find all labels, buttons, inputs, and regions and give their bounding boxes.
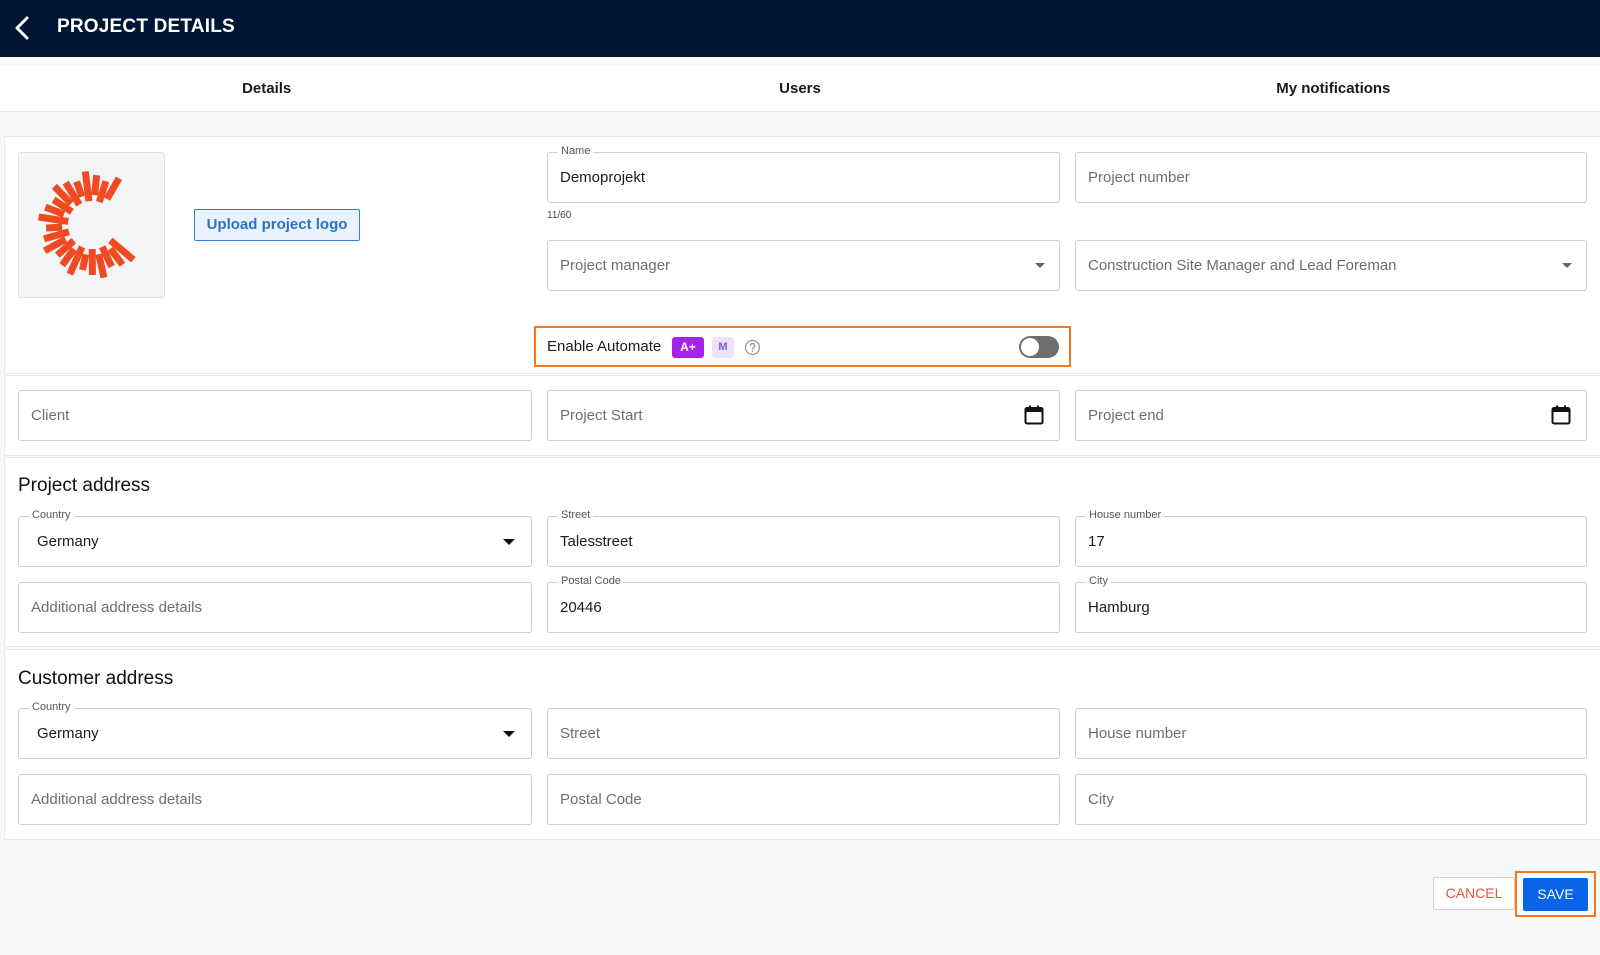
project-additional-address-field[interactable]: Additional address details: [18, 582, 532, 633]
automate-toggle[interactable]: [1019, 336, 1059, 358]
city-placeholder: City: [1088, 791, 1114, 808]
chevron-down-icon: [1562, 263, 1572, 268]
logo-ray: [45, 223, 63, 232]
project-street-field[interactable]: Street Talesstreet: [547, 509, 1060, 567]
postal-code-placeholder: Postal Code: [560, 791, 642, 808]
project-city-field[interactable]: City Hamburg: [1075, 575, 1587, 633]
customer-house-number-field[interactable]: House number: [1075, 708, 1587, 759]
project-address-title: Project address: [18, 475, 151, 496]
logo-ray: [95, 180, 110, 204]
street-label: Street: [558, 509, 594, 521]
logo-ray: [38, 213, 69, 225]
caret-down-icon: [503, 731, 515, 737]
logo-ray: [95, 253, 108, 279]
automate-plus-badge: A+: [672, 337, 704, 358]
caret-down-icon: [503, 539, 515, 545]
name-label: Name: [558, 145, 594, 157]
cancel-button[interactable]: CANCEL: [1433, 877, 1515, 910]
calendar-icon[interactable]: [1023, 404, 1045, 426]
logo-ray: [103, 176, 123, 201]
customer-additional-address-field[interactable]: Additional address details: [18, 774, 532, 825]
city-value: Hamburg: [1088, 599, 1150, 616]
country-label: Country: [29, 509, 74, 521]
role-value: Construction Site Manager and Lead Forem…: [1088, 257, 1397, 274]
customer-country-select[interactable]: Country Germany: [18, 701, 532, 759]
name-char-counter: 11/60: [547, 210, 572, 221]
chevron-down-icon: [1035, 263, 1045, 268]
client-placeholder: Client: [31, 407, 70, 424]
tab-bar: Details Users My notifications: [0, 65, 1600, 112]
automate-m-badge: M: [712, 337, 734, 358]
street-value: Talesstreet: [560, 533, 633, 550]
project-postal-code-field[interactable]: Postal Code 20446: [547, 575, 1060, 633]
house-number-placeholder: House number: [1088, 725, 1187, 742]
toggle-knob: [1021, 338, 1039, 356]
additional-address-placeholder: Additional address details: [31, 599, 202, 616]
enable-automate-row: Enable Automate A+ M: [534, 326, 1071, 367]
house-number-label: House number: [1086, 509, 1165, 521]
tab-my-notifications[interactable]: My notifications: [1067, 65, 1600, 111]
postal-code-label: Postal Code: [558, 575, 624, 587]
postal-code-value: 20446: [560, 599, 602, 616]
client-field[interactable]: Client: [18, 390, 532, 441]
project-number-placeholder: Project number: [1088, 169, 1190, 186]
project-country-select[interactable]: Country Germany: [18, 509, 532, 567]
house-number-value: 17: [1088, 533, 1105, 550]
calendar-icon[interactable]: [1550, 404, 1572, 426]
city-label: City: [1086, 575, 1111, 587]
role-select[interactable]: Construction Site Manager and Lead Forem…: [1075, 240, 1587, 291]
top-bar: PROJECT DETAILS: [0, 0, 1600, 57]
logo-ray: [91, 174, 101, 196]
logo-ray: [73, 180, 86, 198]
logo-ray: [81, 170, 93, 202]
name-field[interactable]: Name Demoprojekt: [547, 145, 1060, 203]
country-value: Germany: [37, 533, 99, 550]
project-end-field[interactable]: Project end: [1075, 390, 1587, 441]
help-icon[interactable]: [744, 339, 761, 356]
customer-city-field[interactable]: City: [1075, 774, 1587, 825]
street-placeholder: Street: [560, 725, 601, 742]
project-start-field[interactable]: Project Start: [547, 390, 1060, 441]
sunburst-logo-icon: [38, 170, 136, 279]
name-value: Demoprojekt: [560, 169, 646, 186]
customer-postal-code-field[interactable]: Postal Code: [547, 774, 1060, 825]
save-highlight: SAVE: [1515, 871, 1596, 917]
logo-ray: [43, 228, 70, 243]
save-button[interactable]: SAVE: [1523, 878, 1588, 911]
additional-address-placeholder: Additional address details: [31, 791, 202, 808]
country-value: Germany: [37, 725, 99, 742]
tab-details[interactable]: Details: [0, 65, 533, 111]
tab-users[interactable]: Users: [533, 65, 1066, 111]
back-arrow-icon[interactable]: [10, 14, 38, 42]
project-house-number-field[interactable]: House number 17: [1075, 509, 1587, 567]
customer-street-field[interactable]: Street: [547, 708, 1060, 759]
project-end-placeholder: Project end: [1088, 407, 1164, 424]
project-number-field[interactable]: Project number: [1075, 152, 1587, 203]
project-start-placeholder: Project Start: [560, 407, 643, 424]
project-manager-select[interactable]: Project manager: [547, 240, 1060, 291]
page-title: PROJECT DETAILS: [57, 16, 235, 37]
upload-logo-button[interactable]: Upload project logo: [194, 209, 360, 241]
country-label: Country: [29, 701, 74, 713]
project-manager-placeholder: Project manager: [560, 257, 671, 274]
customer-address-title: Customer address: [18, 668, 174, 689]
project-logo[interactable]: [18, 152, 165, 298]
logo-ray: [79, 253, 90, 271]
enable-automate-label: Enable Automate: [547, 338, 662, 355]
